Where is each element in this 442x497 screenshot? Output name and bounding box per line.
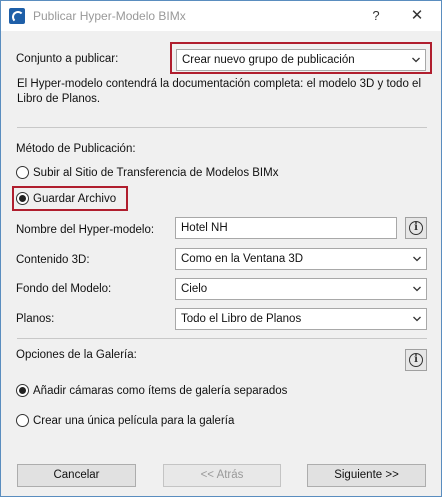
gallery-cameras-label: Añadir cámaras como ítems de galería sep… <box>33 384 288 397</box>
cancel-button[interactable]: Cancelar <box>17 464 136 487</box>
radio-upload-label: Subir al Sitio de Transferencia de Model… <box>33 166 279 179</box>
separator <box>17 127 427 128</box>
dialog-content: Conjunto a publicar: Crear nuevo grupo d… <box>2 31 440 457</box>
publish-method-heading: Método de Publicación: <box>16 143 136 155</box>
dialog-footer: Cancelar << Atrás Siguiente >> <box>2 457 440 495</box>
help-icon[interactable]: ? <box>366 6 386 26</box>
radio-gallery-cameras[interactable]: Añadir cámaras como ítems de galería sep… <box>16 384 287 397</box>
title-bar: Publicar Hyper-Modelo BIMx ? ✕ <box>1 1 441 31</box>
radio-circle <box>16 166 29 179</box>
content3d-value: Como en la Ventana 3D <box>181 253 304 265</box>
chevron-down-icon <box>413 286 421 292</box>
radio-circle-selected <box>16 384 29 397</box>
highlight-frame <box>12 186 128 211</box>
model-name-input[interactable]: Hotel NH <box>175 217 397 239</box>
background-label: Fondo del Modelo: <box>16 283 112 295</box>
chevron-down-icon <box>413 256 421 262</box>
sheets-value: Todo el Libro de Planos <box>181 313 302 325</box>
publish-dialog: Publicar Hyper-Modelo BIMx ? ✕ Conjunto … <box>0 0 442 497</box>
close-icon[interactable]: ✕ <box>407 6 427 26</box>
info-icon: i <box>409 221 423 235</box>
separator <box>17 338 427 339</box>
publish-set-label: Conjunto a publicar: <box>16 53 119 65</box>
radio-circle <box>16 414 29 427</box>
content3d-label: Contenido 3D: <box>16 254 90 266</box>
background-dropdown[interactable]: Cielo <box>175 278 427 300</box>
info-button[interactable]: i <box>405 217 427 239</box>
back-button[interactable]: << Atrás <box>163 464 281 487</box>
radio-upload-bimx[interactable]: Subir al Sitio de Transferencia de Model… <box>16 166 278 179</box>
radio-gallery-movie[interactable]: Crear una única película para la galería <box>16 414 234 427</box>
next-button[interactable]: Siguiente >> <box>307 464 426 487</box>
window-title: Publicar Hyper-Modelo BIMx <box>33 9 186 23</box>
sheets-label: Planos: <box>16 313 55 325</box>
gallery-info-button[interactable]: i <box>405 349 427 371</box>
gallery-movie-label: Crear una única película para la galería <box>33 414 235 427</box>
chevron-down-icon <box>413 316 421 322</box>
content3d-dropdown[interactable]: Como en la Ventana 3D <box>175 248 427 270</box>
app-icon <box>9 8 25 24</box>
sheets-dropdown[interactable]: Todo el Libro de Planos <box>175 308 427 330</box>
background-value: Cielo <box>181 283 208 295</box>
gallery-heading: Opciones de la Galería: <box>16 349 137 361</box>
highlight-frame <box>170 42 432 74</box>
name-label: Nombre del Hyper-modelo: <box>16 224 155 236</box>
publish-set-description: El Hyper-modelo contendrá la documentaci… <box>17 78 421 105</box>
info-icon: i <box>409 353 423 367</box>
